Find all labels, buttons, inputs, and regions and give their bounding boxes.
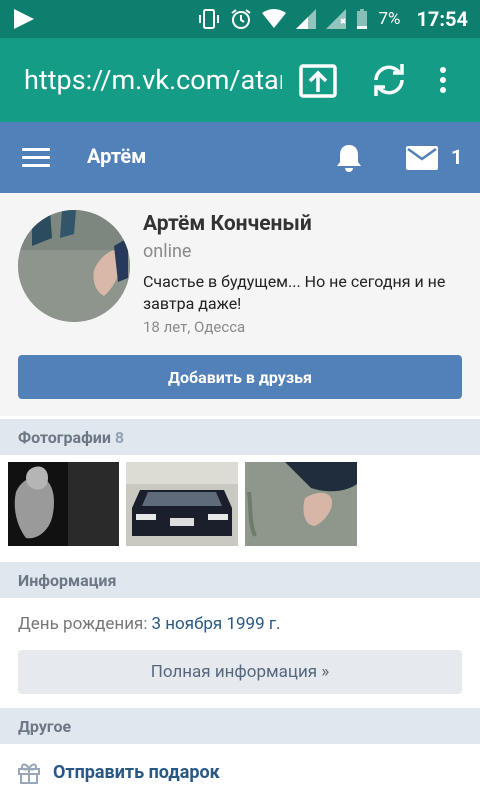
gift-icon [18,763,40,784]
wifi-icon [262,9,287,28]
other-heading: Другое [0,708,480,744]
status-text: Счастье в будущем... Но не сегодня и не … [143,272,446,313]
photo-thumbnail[interactable] [8,462,119,546]
age-location: 18 лет, Одесса [143,318,246,336]
add-friend-button[interactable]: Добавить в друзья [18,355,462,399]
browser-toolbar: https://m.vk.com/atarax [0,38,480,122]
status-icons: 7% 17:54 [198,0,480,38]
birthday-value[interactable]: 3 ноября 1999 г. [151,614,280,634]
refresh-icon[interactable] [369,60,409,100]
info-section: День рождения: 3 ноября 1999 г. Полная ин… [0,598,480,708]
no-signal-icon [326,9,347,29]
battery-percent: 7% [378,9,401,29]
menu-icon[interactable] [22,148,50,168]
online-status: online [143,241,192,262]
play-icon [14,9,34,29]
full-info-button[interactable]: Полная информация » [18,650,462,694]
cell-signal-icon [296,9,317,29]
profile-name: Артём Конченый [143,212,312,236]
photos-heading[interactable]: Фотографии 8 [0,419,480,455]
vibrate-icon [199,9,220,29]
share-icon[interactable] [298,60,338,100]
battery-icon [357,9,368,29]
info-heading: Информация [0,562,480,598]
url-bar[interactable]: https://m.vk.com/atarax [24,64,282,96]
profile-card: Артём Конченый online Счастье в будущем.… [0,193,480,416]
page-title: Артём [87,144,147,168]
messages-count[interactable]: 1 [451,145,462,169]
other-section: Отправить подарок [0,744,480,800]
overflow-menu-icon[interactable] [428,60,458,100]
avatar[interactable] [18,210,130,322]
vk-header: Артём 1 [0,122,480,193]
photos-count: 8 [114,428,125,447]
bell-icon[interactable] [332,141,366,175]
send-gift-link[interactable]: Отправить подарок [53,762,220,783]
photo-thumbnail[interactable] [245,462,357,546]
birthday-label: День рождения: [18,614,148,634]
photos-strip [0,455,480,562]
alarm-icon [231,9,252,29]
birthday-row: День рождения: 3 ноября 1999 г. [18,614,281,634]
photo-thumbnail[interactable] [126,462,238,546]
photos-heading-label: Фотографии [18,428,111,447]
clock: 17:54 [416,7,468,31]
mail-icon[interactable] [406,146,438,170]
status-bar: 7% 17:54 [0,0,480,38]
